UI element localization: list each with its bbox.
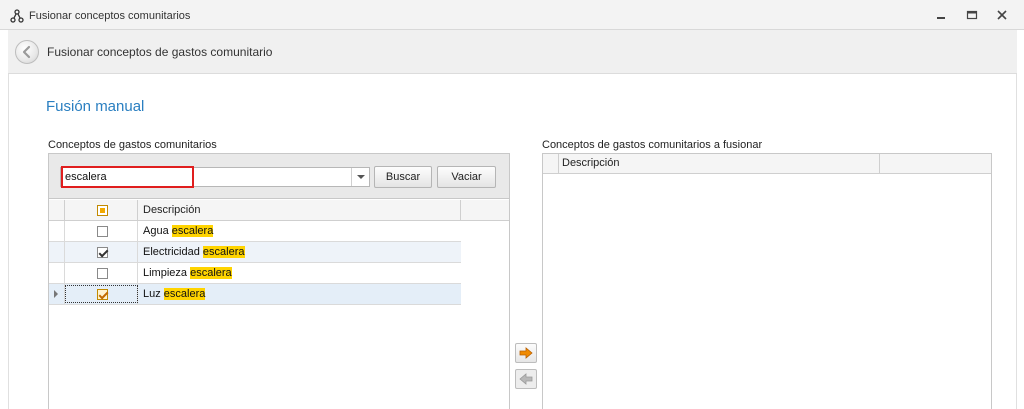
row-description: Electricidad escalera	[143, 246, 245, 258]
left-panel-label: Conceptos de gastos comunitarios	[48, 139, 217, 151]
chevron-down-icon[interactable]	[351, 168, 369, 186]
right-panel-label: Conceptos de gastos comunitarios a fusio…	[542, 139, 763, 151]
row-description: Agua escalera	[143, 225, 214, 237]
search-highlight-frame	[61, 166, 194, 188]
row-indicator	[49, 221, 65, 241]
row-indicator	[49, 242, 65, 262]
move-left-button[interactable]	[515, 369, 537, 389]
table-row[interactable]: Limpieza escalera	[49, 263, 461, 284]
merge-grid-header-description-label: Descripción	[562, 157, 620, 169]
row-description: Limpieza escalera	[143, 267, 232, 279]
merge-grid-header-indicator	[543, 154, 559, 174]
window-titlebar: Fusionar conceptos comunitarios	[0, 0, 1024, 30]
arrow-left-icon	[519, 373, 533, 385]
buscar-button[interactable]: Buscar	[374, 166, 432, 188]
minimize-icon[interactable]	[933, 8, 949, 22]
merge-target-panel	[542, 153, 992, 409]
row-checkbox[interactable]	[97, 268, 108, 279]
grid-header-description-label: Descripción	[143, 204, 201, 216]
search-match-highlight: escalera	[163, 288, 206, 300]
search-match-highlight: escalera	[171, 225, 214, 237]
search-match-highlight: escalera	[190, 267, 232, 279]
row-checkbox[interactable]	[97, 226, 108, 237]
table-row[interactable]: Agua escalera	[49, 221, 461, 242]
app-network-icon	[10, 9, 24, 23]
row-checkbox[interactable]	[97, 289, 108, 300]
move-right-button[interactable]	[515, 343, 537, 363]
select-all-checkbox[interactable]	[97, 205, 108, 216]
back-arrow-icon	[22, 45, 31, 59]
vaciar-button[interactable]: Vaciar	[437, 166, 496, 188]
page-title: Fusionar conceptos de gastos comunitario	[47, 45, 273, 59]
row-indicator	[49, 263, 65, 283]
window-title: Fusionar conceptos comunitarios	[29, 10, 191, 22]
page-header: Fusionar conceptos de gastos comunitario	[8, 30, 1017, 74]
search-match-highlight: escalera	[202, 246, 245, 258]
row-indicator	[49, 284, 65, 304]
row-description: Luz escalera	[143, 288, 206, 300]
current-row-arrow-icon	[54, 290, 58, 298]
close-icon[interactable]	[994, 8, 1010, 22]
back-button[interactable]	[15, 40, 39, 64]
restore-icon[interactable]	[964, 8, 980, 22]
grid-header-indicator	[49, 200, 65, 221]
section-title: Fusión manual	[46, 98, 145, 115]
row-checkbox[interactable]	[97, 247, 108, 258]
table-row-selected[interactable]: Luz escalera	[49, 284, 461, 305]
arrow-right-icon	[519, 347, 533, 359]
table-row[interactable]: Electricidad escalera	[49, 242, 461, 263]
